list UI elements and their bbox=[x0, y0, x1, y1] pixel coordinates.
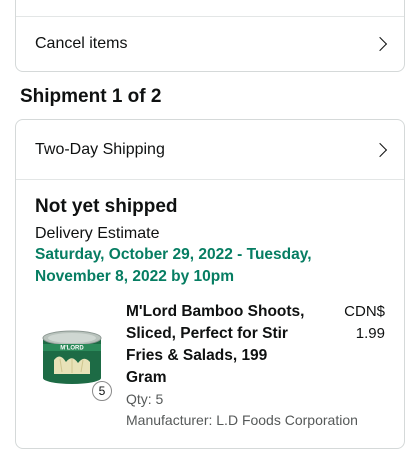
cancel-items-label: Cancel items bbox=[35, 35, 128, 52]
shipment-heading: Shipment 1 of 2 bbox=[20, 86, 162, 107]
shipment-card: Two-Day Shipping Not yet shipped Deliver… bbox=[15, 119, 405, 449]
item-manufacturer: Manufacturer: L.D Foods Corporation bbox=[126, 412, 358, 428]
chevron-right-icon bbox=[372, 142, 388, 157]
chevron-right-icon bbox=[372, 36, 388, 52]
shipping-method-row[interactable]: Two-Day Shipping bbox=[16, 120, 404, 180]
quantity-badge: 5 bbox=[92, 381, 112, 401]
cancel-items-row[interactable]: Cancel items bbox=[16, 17, 404, 71]
delivery-estimate-label: Delivery Estimate bbox=[35, 225, 160, 242]
can-product-image[interactable]: M'LORD bbox=[40, 326, 104, 386]
item-title-link[interactable]: M'Lord Bamboo Shoots, Sliced, Perfect fo… bbox=[126, 301, 306, 389]
shipment-status: Not yet shipped bbox=[35, 196, 178, 217]
svg-text:M'LORD: M'LORD bbox=[60, 346, 84, 352]
delivery-estimate-dates: Saturday, October 29, 2022 - Tuesday, No… bbox=[35, 246, 312, 285]
item-price: CDN$ 1.99 bbox=[344, 303, 385, 342]
item-quantity: Qty: 5 bbox=[126, 391, 164, 407]
shipping-method-label: Two-Day Shipping bbox=[35, 140, 165, 158]
order-actions-card: Cancel items bbox=[15, 0, 405, 72]
